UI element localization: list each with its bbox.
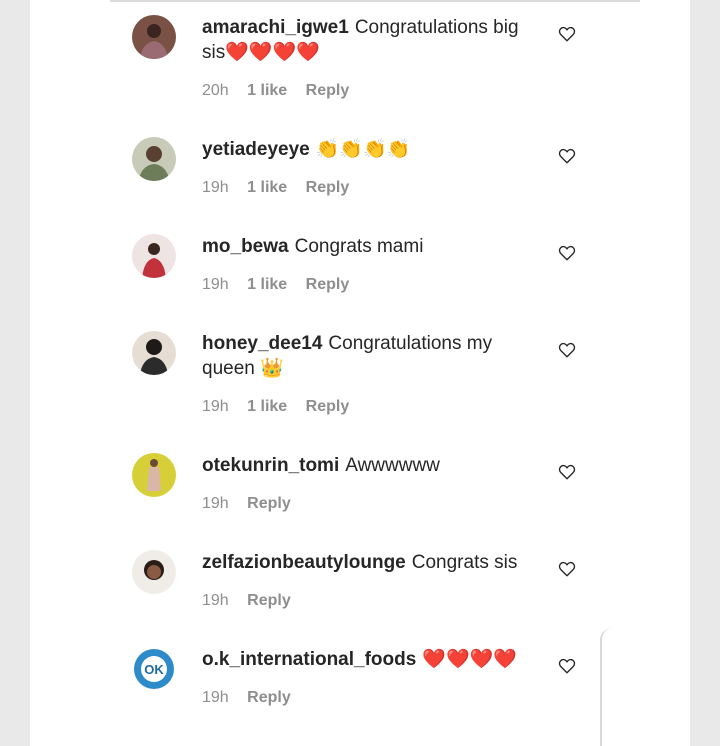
reply-button[interactable]: Reply	[306, 82, 350, 99]
comment-meta: 19h 1 like Reply	[202, 276, 532, 294]
person-avatar-icon	[132, 137, 176, 181]
heart-icon[interactable]	[558, 463, 576, 481]
comment-username[interactable]: zelfazionbeautylounge	[202, 552, 406, 573]
heart-icon[interactable]	[558, 244, 576, 262]
reply-button[interactable]: Reply	[247, 495, 291, 512]
logo-avatar-icon: OK	[132, 647, 176, 691]
comment-likes[interactable]: 1 like	[247, 179, 287, 196]
person-avatar-icon	[132, 15, 176, 59]
comment-time: 20h	[202, 82, 229, 99]
comment-time: 19h	[202, 495, 229, 512]
comment-text: Congrats sis	[411, 552, 518, 573]
heart-icon[interactable]	[558, 560, 576, 578]
comment-time: 19h	[202, 398, 229, 415]
comment-meta: 19h Reply	[202, 592, 532, 610]
avatar[interactable]	[132, 453, 176, 497]
heart-icon[interactable]	[558, 341, 576, 359]
comment-text: 👏👏👏👏	[315, 139, 411, 160]
heart-icon[interactable]	[558, 147, 576, 165]
comment-text: Congrats mami	[294, 236, 424, 257]
comment-likes[interactable]: 1 like	[247, 398, 287, 415]
person-avatar-icon	[132, 331, 176, 375]
comment-text: ❤️❤️❤️❤️	[422, 649, 517, 670]
avatar[interactable]: OK	[132, 647, 176, 691]
comment-meta: 20h 1 like Reply	[202, 82, 532, 100]
heart-icon[interactable]	[558, 657, 576, 675]
comment-meta: 19h 1 like Reply	[202, 398, 532, 416]
avatar[interactable]	[132, 331, 176, 375]
comment-likes[interactable]: 1 like	[247, 82, 287, 99]
comments-panel: amarachi_igwe1 Congratulations big sis❤️❤…	[30, 0, 690, 746]
reply-button[interactable]: Reply	[306, 398, 350, 415]
comment-meta: 19h 1 like Reply	[202, 179, 532, 197]
heart-icon[interactable]	[558, 25, 576, 43]
avatar[interactable]	[132, 15, 176, 59]
reply-button[interactable]: Reply	[306, 276, 350, 293]
comment-username[interactable]: yetiadeyeye	[202, 139, 310, 160]
comment-time: 19h	[202, 276, 229, 293]
logo-text: OK	[144, 662, 164, 677]
reply-button[interactable]: Reply	[247, 592, 291, 609]
comment-likes[interactable]: 1 like	[247, 276, 287, 293]
comment-username[interactable]: otekunrin_tomi	[202, 455, 339, 476]
person-avatar-icon	[132, 234, 176, 278]
avatar[interactable]	[132, 137, 176, 181]
avatar[interactable]	[132, 234, 176, 278]
comment-meta: 19h Reply	[202, 495, 532, 513]
comment-time: 19h	[202, 689, 229, 706]
comment-time: 19h	[202, 592, 229, 609]
comment-time: 19h	[202, 179, 229, 196]
person-avatar-icon	[132, 453, 176, 497]
comment-username[interactable]: mo_bewa	[202, 236, 289, 257]
comment-meta: 19h Reply	[202, 689, 532, 707]
person-avatar-icon	[132, 550, 176, 594]
reply-button[interactable]: Reply	[306, 179, 350, 196]
comment-text: Awwwwww	[345, 455, 440, 476]
avatar[interactable]	[132, 550, 176, 594]
comment-list: amarachi_igwe1 Congratulations big sis❤️❤…	[30, 0, 690, 746]
comment-username[interactable]: o.k_international_foods	[202, 649, 416, 670]
comment-username[interactable]: amarachi_igwe1	[202, 17, 349, 38]
reply-button[interactable]: Reply	[247, 689, 291, 706]
comment-username[interactable]: honey_dee14	[202, 333, 322, 354]
